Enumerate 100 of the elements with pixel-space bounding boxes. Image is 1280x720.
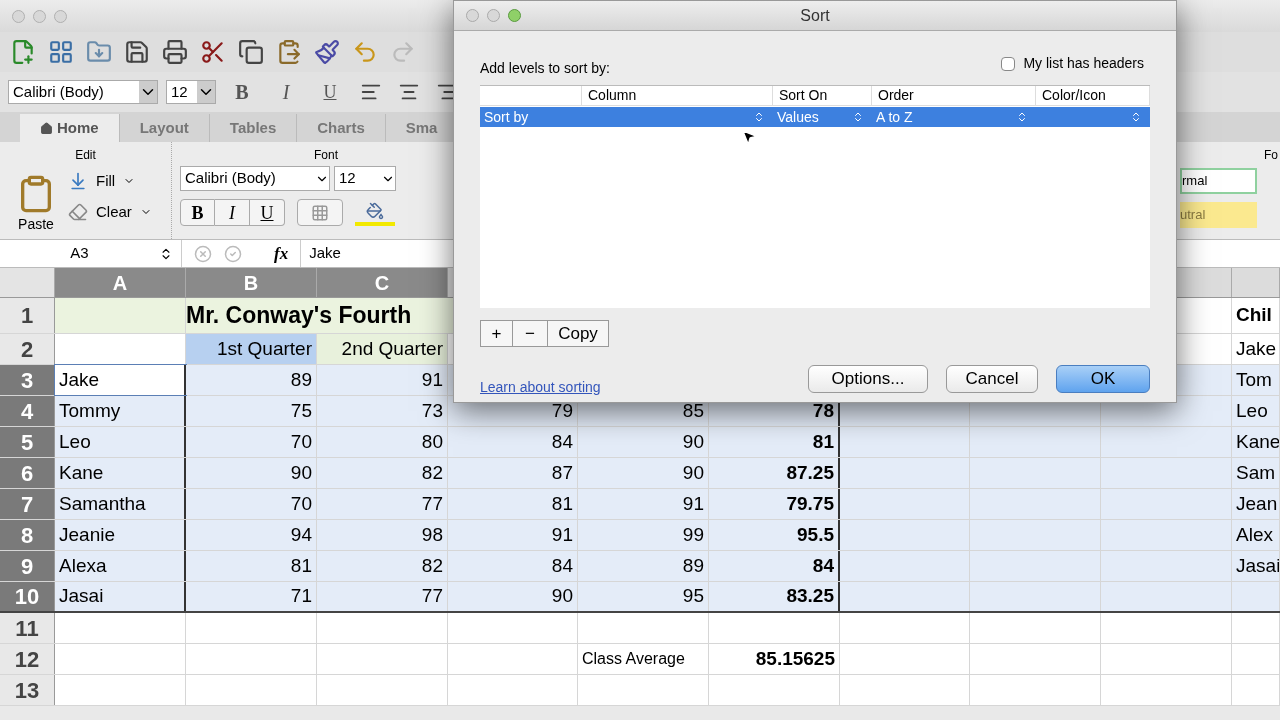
window-control-icon[interactable]: [33, 9, 46, 23]
table-cell: 94: [186, 520, 317, 550]
dialog-button[interactable]: OK: [1056, 364, 1150, 393]
table-cell: 91: [578, 489, 709, 519]
table-cell: 95: [578, 582, 709, 611]
table-cell: 90: [578, 458, 709, 488]
close-icon[interactable]: [466, 9, 479, 22]
table-cell: Jeanie: [55, 520, 186, 550]
table-cell: 81: [186, 551, 317, 581]
order-select[interactable]: A to Z: [876, 106, 913, 128]
size-select[interactable]: 12: [334, 166, 396, 191]
dialog-title: Sort: [800, 5, 830, 26]
sort-on-select[interactable]: Values: [777, 106, 819, 128]
window-control-icon[interactable]: [12, 9, 25, 23]
check-icon[interactable]: [224, 244, 242, 263]
italic-button[interactable]: I: [268, 77, 304, 107]
row-header[interactable]: 9: [0, 551, 55, 581]
bold-button[interactable]: B: [224, 77, 260, 107]
print-icon[interactable]: [160, 37, 190, 67]
table-cell: Leo: [55, 427, 186, 457]
table-cell: 77: [317, 582, 448, 611]
table-cell: 81: [448, 489, 578, 519]
table-cell: Tommy: [55, 396, 186, 426]
table-cell: 70: [186, 427, 317, 457]
remove-level-button[interactable]: −: [513, 320, 548, 347]
stepper-icon: [753, 111, 765, 123]
function-button[interactable]: fx: [274, 240, 289, 267]
row-header[interactable]: 7: [0, 489, 55, 519]
add-level-button[interactable]: +: [480, 320, 513, 347]
stepper-icon: [852, 111, 864, 123]
dialog-button[interactable]: Cancel: [946, 364, 1038, 393]
italic-button[interactable]: I: [215, 199, 250, 226]
bold-button[interactable]: B: [180, 199, 215, 226]
paintbrush-icon[interactable]: [312, 37, 342, 67]
caret-icon: [197, 81, 215, 103]
row-header[interactable]: 2: [0, 334, 55, 364]
row-header[interactable]: 1: [0, 298, 55, 333]
underline-button[interactable]: U: [250, 199, 285, 226]
table-cell: 91: [448, 520, 578, 550]
learn-link[interactable]: Learn about sorting: [480, 377, 601, 398]
name-box[interactable]: A3: [0, 240, 182, 267]
headers-checkbox[interactable]: My list has headers: [1001, 53, 1144, 74]
cell-style[interactable]: rmal: [1180, 168, 1257, 194]
table-cell: 90: [186, 458, 317, 488]
table-cell: 95.5: [709, 520, 840, 550]
table-cell: 89: [186, 365, 317, 395]
table-cell: Kane: [1232, 427, 1280, 457]
minimize-icon[interactable]: [487, 9, 500, 22]
table-cell: 87: [448, 458, 578, 488]
column-heading: Order: [872, 86, 1036, 105]
table-cell: Jasai: [1232, 551, 1280, 581]
font-select[interactable]: Calibri (Body): [180, 166, 330, 191]
font-select[interactable]: Calibri (Body): [8, 80, 158, 104]
row-header[interactable]: 4: [0, 396, 55, 426]
column-heading: Column: [582, 86, 773, 105]
copy-level-button[interactable]: Copy: [548, 320, 609, 347]
table-cell: 99: [578, 520, 709, 550]
fill-button[interactable]: Fill: [68, 170, 152, 193]
table-cell: Sam: [1232, 458, 1280, 488]
row-header[interactable]: 12: [0, 644, 55, 674]
row-header[interactable]: 8: [0, 520, 55, 550]
table-cell: Jasai: [55, 582, 186, 611]
column-header[interactable]: [1232, 268, 1280, 297]
group-label: Font: [313, 147, 339, 162]
row-header[interactable]: 3: [0, 365, 55, 395]
zoom-icon[interactable]: [508, 9, 521, 22]
ribbon-tab[interactable]: Home: [20, 114, 120, 142]
formula-field[interactable]: Jake: [300, 240, 341, 267]
cancel-icon[interactable]: [194, 244, 212, 263]
stepper-icon: [1016, 111, 1028, 123]
sort-level-row[interactable]: Sort by Values A to Z: [480, 107, 1150, 127]
clear-button[interactable]: Clear: [68, 200, 152, 223]
table-cell: 80: [317, 427, 448, 457]
table-cell: 75: [186, 396, 317, 426]
window-control-icon[interactable]: [54, 9, 67, 23]
row-header[interactable]: 6: [0, 458, 55, 488]
table-cell: Kane: [55, 458, 186, 488]
row-header[interactable]: 5: [0, 427, 55, 457]
table-cell: 83.25: [709, 582, 840, 611]
underline-button[interactable]: U: [312, 78, 348, 106]
paste-button[interactable]: Paste: [8, 162, 64, 239]
borders-button[interactable]: [297, 199, 343, 226]
sort-column-select[interactable]: Sort by: [484, 106, 529, 128]
table-cell: Alexa: [55, 551, 186, 581]
table-cell: Tom: [1232, 365, 1280, 395]
table-cell: Jean: [1232, 489, 1280, 519]
table-cell: 1st Quarter: [186, 334, 317, 364]
table-cell: Samantha: [55, 489, 186, 519]
table-cell: Leo: [1232, 396, 1280, 426]
table-cell: 2nd Quarter: [317, 334, 448, 364]
copy-icon[interactable]: [236, 37, 266, 67]
row-header[interactable]: 13: [0, 675, 55, 705]
row-header[interactable]: 11: [0, 613, 55, 643]
row-header[interactable]: 10: [0, 582, 55, 611]
caret-icon: [139, 81, 157, 103]
table-cell: 98: [317, 520, 448, 550]
size-select[interactable]: 12: [166, 80, 216, 104]
group-label: Edit: [74, 147, 97, 162]
table-cell: 73: [317, 396, 448, 426]
dialog-button[interactable]: Options...: [808, 364, 928, 393]
